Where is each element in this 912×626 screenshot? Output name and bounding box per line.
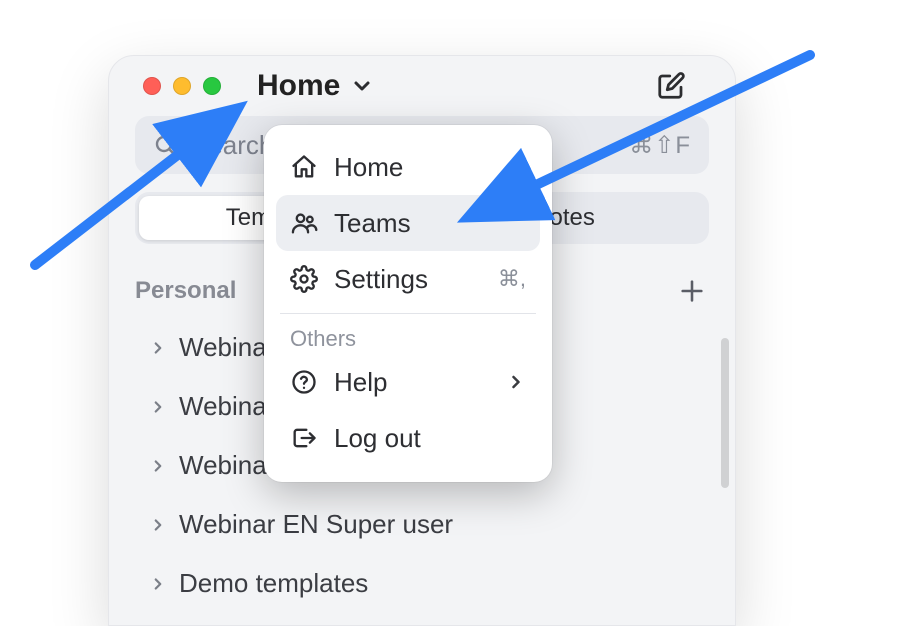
annotation-arrow <box>0 0 912 626</box>
